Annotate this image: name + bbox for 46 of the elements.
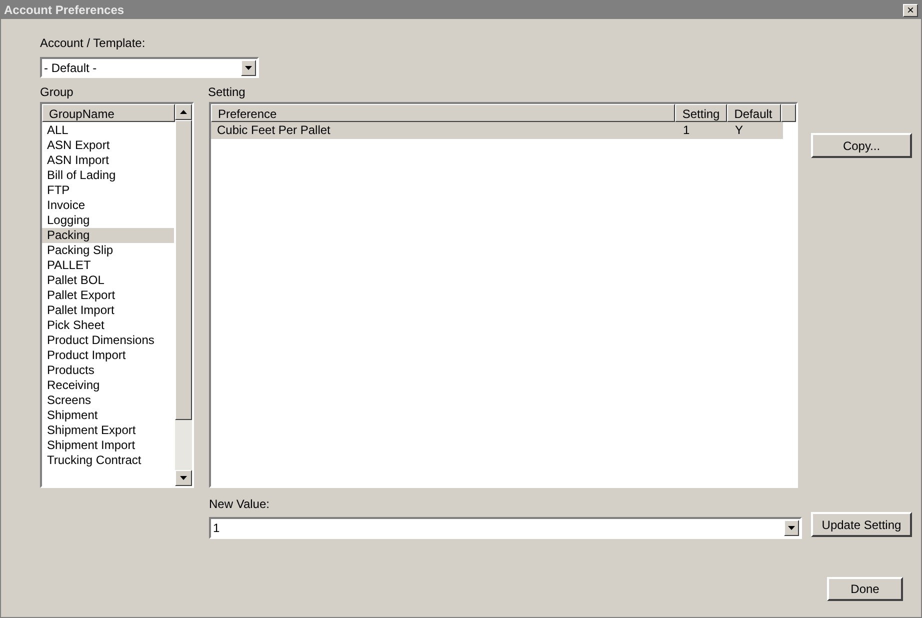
table-cell-text: 1 bbox=[682, 122, 691, 139]
done-button[interactable]: Done bbox=[827, 577, 903, 601]
group-item[interactable]: ASN Export bbox=[42, 138, 174, 153]
group-item[interactable]: Products bbox=[42, 363, 174, 378]
new-value-dropdown[interactable]: 1 bbox=[209, 517, 802, 539]
group-item[interactable]: Packing Slip bbox=[42, 243, 174, 258]
close-button[interactable]: × bbox=[903, 4, 918, 16]
group-item[interactable]: Pallet Import bbox=[42, 303, 174, 318]
scrollbar[interactable] bbox=[175, 104, 192, 486]
scroll-up-icon[interactable] bbox=[175, 104, 192, 120]
window-title: Account Preferences bbox=[4, 3, 124, 17]
group-item[interactable]: ALL bbox=[42, 123, 174, 138]
group-item[interactable]: Shipment Export bbox=[42, 423, 174, 438]
column-header[interactable]: Preference bbox=[211, 104, 676, 122]
field-label: New Value: bbox=[209, 497, 270, 512]
scroll-down-icon[interactable] bbox=[175, 470, 192, 486]
column-header[interactable]: GroupName bbox=[42, 104, 175, 122]
table-cell-text: Cubic Feet Per Pallet bbox=[216, 122, 332, 139]
group-item[interactable]: Receiving bbox=[42, 378, 174, 393]
table-row[interactable]: Cubic Feet Per Pallet 1 Y bbox=[211, 122, 783, 139]
group-item[interactable]: Bill of Lading bbox=[42, 168, 174, 183]
group-item[interactable]: Logging bbox=[42, 213, 174, 228]
group-item[interactable]: Pallet BOL bbox=[42, 273, 174, 288]
group-item[interactable]: Pallet Export bbox=[42, 288, 174, 303]
group-item[interactable]: Packing bbox=[42, 228, 174, 243]
group-item[interactable]: ASN Import bbox=[42, 153, 174, 168]
group-item[interactable]: PALLET bbox=[42, 258, 174, 273]
update-setting-button[interactable]: Update Setting bbox=[811, 512, 912, 537]
group-item[interactable]: Product Dimensions bbox=[42, 333, 174, 348]
section-label: Setting bbox=[208, 85, 246, 100]
group-item[interactable]: Invoice bbox=[42, 198, 174, 213]
group-item[interactable]: Pick Sheet bbox=[42, 318, 174, 333]
account-dropdown[interactable]: - Default - bbox=[40, 57, 259, 78]
table-cell-text: Y bbox=[734, 122, 744, 139]
column-header[interactable]: Setting bbox=[675, 104, 728, 122]
group-item[interactable]: Shipment Import bbox=[42, 438, 174, 453]
group-item[interactable]: Product Import bbox=[42, 348, 174, 363]
group-item[interactable]: FTP bbox=[42, 183, 174, 198]
group-item[interactable]: Trucking Contract bbox=[42, 453, 174, 468]
group-item[interactable]: Shipment bbox=[42, 408, 174, 423]
group-item[interactable]: Screens bbox=[42, 393, 174, 408]
copy-button[interactable]: Copy... bbox=[811, 133, 912, 158]
field-label: Account / Template: bbox=[40, 36, 146, 51]
scrollbar-thumb[interactable] bbox=[175, 120, 192, 420]
column-header[interactable]: Default bbox=[727, 104, 782, 122]
section-label: Group bbox=[40, 85, 74, 100]
